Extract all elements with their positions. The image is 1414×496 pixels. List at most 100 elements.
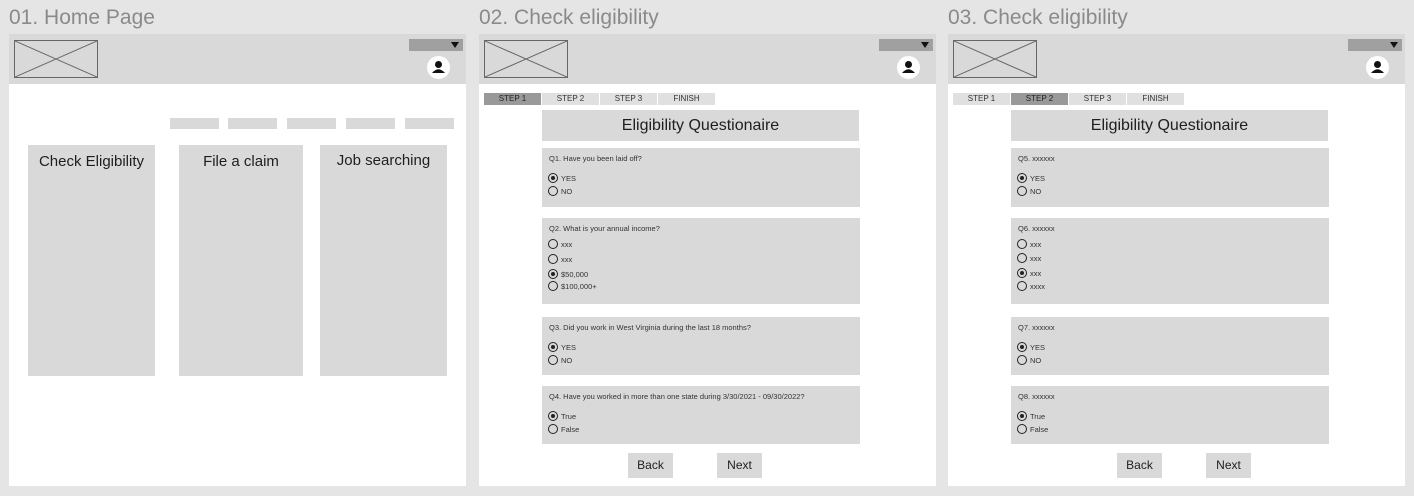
- radio-button[interactable]: [1017, 355, 1027, 365]
- question-text: Q6. xxxxxx: [1018, 224, 1055, 233]
- radio-button[interactable]: [1017, 424, 1027, 434]
- question-block: Q7. xxxxxx YES NO: [1011, 317, 1329, 375]
- question-text: Q7. xxxxxx: [1018, 323, 1055, 332]
- caret-down-icon: [1390, 42, 1398, 48]
- image-placeholder-icon[interactable]: [484, 40, 568, 78]
- radio-button[interactable]: [1017, 268, 1027, 278]
- radio-button[interactable]: [1017, 411, 1027, 421]
- radio-option[interactable]: NO: [1017, 355, 1041, 365]
- question-block: Q4. Have you worked in more than one sta…: [542, 386, 860, 444]
- question-text: Q1. Have you been laid off?: [549, 154, 642, 163]
- form-title: Eligibility Questionaire: [1011, 110, 1328, 141]
- language-dropdown[interactable]: [1348, 39, 1402, 51]
- step-tab[interactable]: STEP 2: [542, 93, 599, 105]
- header: [9, 34, 466, 84]
- nav-link-3[interactable]: [287, 118, 336, 129]
- radio-option[interactable]: $100,000+: [548, 281, 597, 291]
- radio-button[interactable]: [548, 411, 558, 421]
- radio-button[interactable]: [548, 424, 558, 434]
- radio-option[interactable]: xxx: [1017, 268, 1041, 278]
- radio-button[interactable]: [1017, 173, 1027, 183]
- radio-option[interactable]: YES: [548, 342, 576, 352]
- next-button[interactable]: Next: [717, 453, 762, 478]
- frame-title-home: 01. Home Page: [9, 6, 155, 29]
- user-icon[interactable]: [897, 56, 920, 79]
- radio-button[interactable]: [1017, 342, 1027, 352]
- radio-option[interactable]: NO: [548, 186, 572, 196]
- radio-button[interactable]: [548, 342, 558, 352]
- radio-option[interactable]: xxx: [1017, 239, 1041, 249]
- radio-option[interactable]: YES: [1017, 342, 1045, 352]
- radio-option[interactable]: xxx: [548, 239, 572, 249]
- step-tab[interactable]: STEP 3: [1069, 93, 1126, 105]
- header: [479, 34, 936, 84]
- language-dropdown[interactable]: [409, 39, 463, 51]
- option-label: NO: [1030, 186, 1042, 196]
- step-tab[interactable]: FINISH: [1127, 93, 1184, 105]
- radio-button[interactable]: [548, 254, 558, 264]
- card-check-eligibility[interactable]: Check Eligibility: [28, 145, 155, 376]
- radio-option[interactable]: True: [548, 411, 576, 421]
- question-text: Q5. xxxxxx: [1018, 154, 1055, 163]
- option-label: False: [561, 424, 580, 434]
- back-button[interactable]: Back: [628, 453, 673, 478]
- card-file-a-claim[interactable]: File a claim: [179, 145, 303, 376]
- radio-option[interactable]: xxx: [548, 254, 572, 264]
- radio-option[interactable]: True: [1017, 411, 1045, 421]
- radio-option[interactable]: NO: [1017, 186, 1041, 196]
- radio-option[interactable]: False: [548, 424, 579, 434]
- caret-down-icon: [451, 42, 459, 48]
- step-tab[interactable]: FINISH: [658, 93, 715, 105]
- radio-button[interactable]: [1017, 239, 1027, 249]
- nav-link-5[interactable]: [405, 118, 454, 129]
- card-job-searching[interactable]: Job searching: [320, 145, 447, 376]
- language-dropdown[interactable]: [879, 39, 933, 51]
- radio-button[interactable]: [548, 186, 558, 196]
- radio-option[interactable]: xxxx: [1017, 281, 1045, 291]
- option-label: xxx: [561, 239, 573, 249]
- radio-option[interactable]: False: [1017, 424, 1048, 434]
- option-label: YES: [1030, 173, 1046, 183]
- step-tab[interactable]: STEP 3: [600, 93, 657, 105]
- radio-button[interactable]: [548, 281, 558, 291]
- frame-title-check-1: 02. Check eligibility: [479, 6, 659, 29]
- nav-link-2[interactable]: [228, 118, 277, 129]
- radio-option[interactable]: NO: [548, 355, 572, 365]
- card-label: Job searching: [336, 152, 431, 169]
- option-label: xxx: [1030, 253, 1042, 263]
- option-label: YES: [1030, 342, 1046, 352]
- step-tab[interactable]: STEP 1: [484, 93, 541, 105]
- option-label: True: [561, 411, 577, 421]
- radio-option[interactable]: YES: [1017, 173, 1045, 183]
- question-text: Q8. xxxxxx: [1018, 392, 1055, 401]
- image-placeholder-icon[interactable]: [14, 40, 98, 78]
- option-label: $50,000: [561, 269, 589, 279]
- radio-button[interactable]: [548, 173, 558, 183]
- nav-link-1[interactable]: [170, 118, 219, 129]
- option-label: $100,000+: [561, 281, 597, 291]
- radio-button[interactable]: [548, 355, 558, 365]
- form-title: Eligibility Questionaire: [542, 110, 859, 141]
- question-text: Q4. Have you worked in more than one sta…: [549, 392, 805, 401]
- back-button[interactable]: Back: [1117, 453, 1162, 478]
- nav-link-4[interactable]: [346, 118, 395, 129]
- question-block: Q6. xxxxxx xxx xxx xxx xxxx: [1011, 218, 1329, 304]
- option-label: xxxx: [1030, 281, 1045, 291]
- radio-button[interactable]: [1017, 186, 1027, 196]
- radio-button[interactable]: [1017, 253, 1027, 263]
- next-button[interactable]: Next: [1206, 453, 1251, 478]
- radio-option[interactable]: YES: [548, 173, 576, 183]
- radio-button[interactable]: [548, 269, 558, 279]
- radio-button[interactable]: [548, 239, 558, 249]
- step-tab[interactable]: STEP 2: [1011, 93, 1068, 105]
- user-icon[interactable]: [427, 56, 450, 79]
- radio-option[interactable]: $50,000: [548, 269, 588, 279]
- image-placeholder-icon[interactable]: [953, 40, 1037, 78]
- radio-option[interactable]: xxx: [1017, 253, 1041, 263]
- step-tabs: STEP 1 STEP 2 STEP 3 FINISH: [484, 93, 715, 105]
- check-eligibility-frame-2: STEP 1 STEP 2 STEP 3 FINISH Eligibility …: [948, 34, 1405, 486]
- user-icon[interactable]: [1366, 56, 1389, 79]
- radio-button[interactable]: [1017, 281, 1027, 291]
- step-tab[interactable]: STEP 1: [953, 93, 1010, 105]
- question-block: Q1. Have you been laid off? YES NO: [542, 148, 860, 207]
